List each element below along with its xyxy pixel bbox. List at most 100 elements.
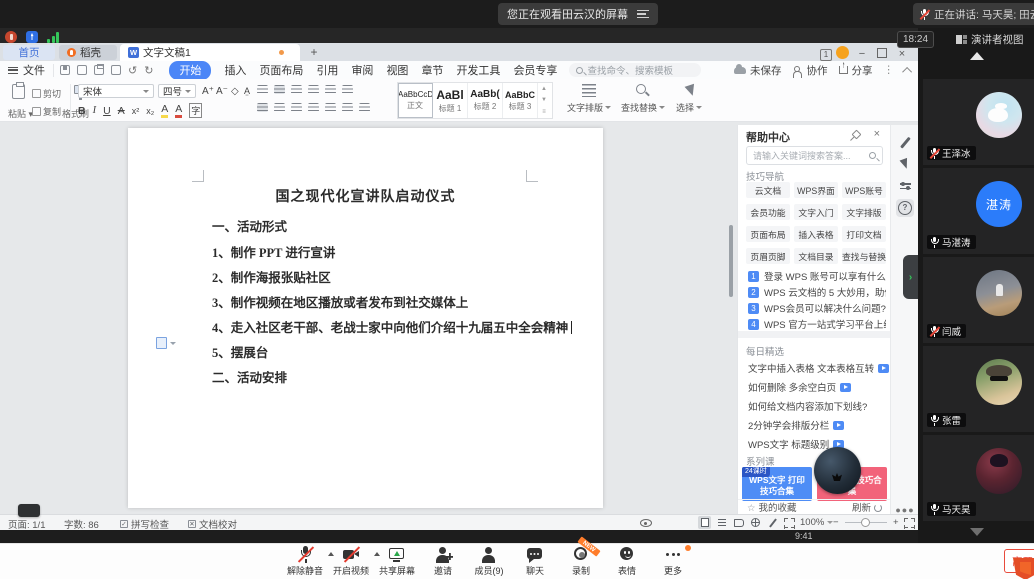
file-menu[interactable]: 文件 bbox=[0, 62, 53, 78]
participant-tile[interactable]: 王泽冰 bbox=[923, 79, 1034, 165]
hot-link-3[interactable]: 3WPS会员可以解决什么问题? bbox=[748, 301, 886, 315]
paste-icon[interactable] bbox=[12, 84, 25, 99]
document-scrollbar[interactable] bbox=[729, 225, 733, 297]
hot-link-1[interactable]: 1登录 WPS 账号可以享有什么权益 bbox=[748, 269, 886, 283]
shading-icon[interactable] bbox=[342, 103, 353, 112]
style-heading3[interactable]: AaBbC 标题 3 bbox=[503, 83, 538, 118]
line-spacing-icon[interactable] bbox=[325, 103, 336, 112]
zoom-slider-thumb[interactable] bbox=[861, 518, 870, 527]
highlight-color-button[interactable]: A bbox=[161, 103, 168, 118]
participant-tile[interactable]: 闫威 bbox=[923, 257, 1034, 343]
zoom-out-button[interactable]: − bbox=[833, 517, 839, 528]
export-icon[interactable] bbox=[77, 65, 87, 75]
collapse-panel-handle[interactable]: › bbox=[903, 255, 918, 299]
save-icon[interactable] bbox=[60, 65, 70, 75]
fit-page-icon[interactable] bbox=[784, 518, 795, 529]
styles-scroll-arrows[interactable]: ▲▼≡ bbox=[538, 83, 550, 118]
print-icon[interactable] bbox=[94, 65, 104, 75]
tab-home[interactable]: 首页 bbox=[3, 45, 55, 60]
refresh-button[interactable]: 刷新 bbox=[852, 500, 882, 514]
nav-btn[interactable]: 云文档 bbox=[746, 182, 790, 198]
style-heading2[interactable]: AaBb( 标题 2 bbox=[468, 83, 503, 118]
clear-format-icon[interactable]: ◇ bbox=[231, 86, 239, 97]
favorites-button[interactable]: ☆我的收藏 bbox=[747, 500, 797, 514]
align-center-icon[interactable] bbox=[274, 103, 285, 112]
book-view-icon[interactable] bbox=[732, 516, 745, 529]
font-color-button[interactable]: A bbox=[175, 103, 182, 118]
strikethrough-button[interactable]: A bbox=[118, 105, 125, 117]
help-search-input[interactable]: 请输入关键词搜索答案... bbox=[746, 146, 883, 165]
decrease-indent-icon[interactable] bbox=[291, 85, 302, 94]
document-page[interactable]: 国之现代化宣讲队启动仪式 一、活动形式 1、制作 PPT 进行宣讲 2、制作海报… bbox=[128, 128, 603, 508]
start-video-button[interactable]: 开启视频 bbox=[329, 546, 373, 577]
avatar[interactable] bbox=[836, 46, 849, 59]
command-search-input[interactable]: 查找命令、搜索模板 bbox=[569, 63, 701, 77]
borders-icon[interactable] bbox=[359, 103, 370, 112]
new-tab-button[interactable]: + bbox=[306, 45, 322, 60]
adjust-settings-icon[interactable] bbox=[896, 177, 914, 195]
bullet-list-icon[interactable] bbox=[257, 85, 268, 94]
align-left-icon[interactable] bbox=[257, 103, 268, 112]
nav-btn[interactable]: 打印文档 bbox=[842, 226, 886, 242]
font-size-select[interactable]: 四号 bbox=[158, 84, 196, 98]
underline-button[interactable]: U bbox=[103, 105, 111, 117]
spell-check-button[interactable]: ✓拼写检查 bbox=[120, 517, 169, 531]
share-indicator-icon[interactable] bbox=[26, 31, 38, 43]
tab-document-active[interactable]: W 文字文稿1 bbox=[120, 44, 300, 61]
ribbon-tab-developer[interactable]: 开发工具 bbox=[456, 62, 500, 78]
ribbon-tab-section[interactable]: 章节 bbox=[421, 62, 443, 78]
cut-button[interactable]: 剪切 bbox=[32, 87, 61, 100]
style-heading1[interactable]: AaBl 标题 1 bbox=[433, 83, 468, 118]
page-view-icon[interactable] bbox=[698, 516, 711, 529]
redo-icon[interactable]: ↻ bbox=[144, 64, 153, 77]
record-button[interactable]: NEW 录制 bbox=[559, 546, 603, 577]
watching-screen-pill[interactable]: 您正在观看田云汉的屏幕 bbox=[498, 3, 658, 25]
asian-layout-icon[interactable] bbox=[325, 85, 336, 94]
daily-link-1[interactable]: 文字中插入表格 文本表格互转 bbox=[748, 361, 889, 375]
close-button[interactable]: × bbox=[892, 48, 912, 61]
undo-icon[interactable]: ↺ bbox=[128, 64, 137, 77]
more-menu-icon[interactable]: ⋮ bbox=[884, 64, 895, 76]
paste-button[interactable]: 粘贴 ▾ bbox=[8, 107, 33, 120]
zoom-in-button[interactable]: + bbox=[893, 517, 899, 528]
nav-btn[interactable]: WPS账号 bbox=[842, 182, 886, 198]
participant-tile[interactable]: 马天昊 bbox=[923, 435, 1034, 521]
fullscreen-icon[interactable] bbox=[904, 518, 915, 529]
grow-font-button[interactable]: A⁺ bbox=[202, 86, 214, 97]
nav-btn[interactable]: 插入表格 bbox=[794, 226, 838, 242]
web-view-icon[interactable] bbox=[749, 516, 762, 529]
justify-icon[interactable] bbox=[308, 103, 319, 112]
scroll-up-arrow[interactable] bbox=[970, 52, 984, 60]
paragraph-tag-icon[interactable] bbox=[156, 337, 167, 349]
members-button[interactable]: 成员(9) bbox=[467, 546, 511, 577]
course-card-print[interactable]: 24课时 WPS文字 打印技巧合集 bbox=[742, 467, 812, 501]
pointer-icon[interactable] bbox=[896, 155, 914, 173]
zoom-slider[interactable] bbox=[845, 522, 887, 523]
collapse-ribbon-icon[interactable] bbox=[902, 66, 912, 76]
italic-button[interactable]: I bbox=[93, 105, 97, 116]
superscript-button[interactable]: x² bbox=[132, 106, 140, 116]
record-indicator-icon[interactable] bbox=[5, 31, 17, 43]
more-button[interactable]: 更多 bbox=[651, 546, 695, 577]
hot-link-2[interactable]: 2WPS 云文档的 5 大妙用，助你... bbox=[748, 285, 886, 299]
hot-link-4[interactable]: 4WPS 官方一站式学习平台上线啦... bbox=[748, 317, 886, 331]
scroll-down-arrow[interactable] bbox=[970, 528, 984, 536]
minimize-button[interactable]: − bbox=[852, 48, 872, 61]
menu-icon[interactable] bbox=[637, 10, 649, 18]
daily-link-2[interactable]: 如何删除 多余空白页 bbox=[748, 380, 851, 394]
nav-btn[interactable]: 页眉页脚 bbox=[746, 248, 790, 264]
annotate-pen-icon[interactable] bbox=[896, 133, 914, 151]
account-badge[interactable]: 1 bbox=[820, 49, 832, 61]
close-panel-icon[interactable]: × bbox=[874, 128, 880, 140]
participant-tile[interactable]: 张雷 bbox=[923, 346, 1034, 432]
zoom-level[interactable]: 100% bbox=[800, 517, 833, 528]
share-screen-button[interactable]: 共享屏幕 bbox=[375, 546, 419, 577]
numbered-list-icon[interactable] bbox=[274, 85, 285, 94]
nav-btn[interactable]: 文字排版 bbox=[842, 204, 886, 220]
font-name-select[interactable]: 宋体 bbox=[78, 84, 154, 98]
preview-icon[interactable] bbox=[111, 65, 121, 75]
copy-button[interactable]: 复制 bbox=[32, 105, 61, 118]
emoji-button[interactable]: 表情 bbox=[605, 546, 649, 577]
style-normal[interactable]: AaBbCcDc 正文 bbox=[398, 83, 433, 118]
ribbon-tab-references[interactable]: 引用 bbox=[316, 62, 338, 78]
